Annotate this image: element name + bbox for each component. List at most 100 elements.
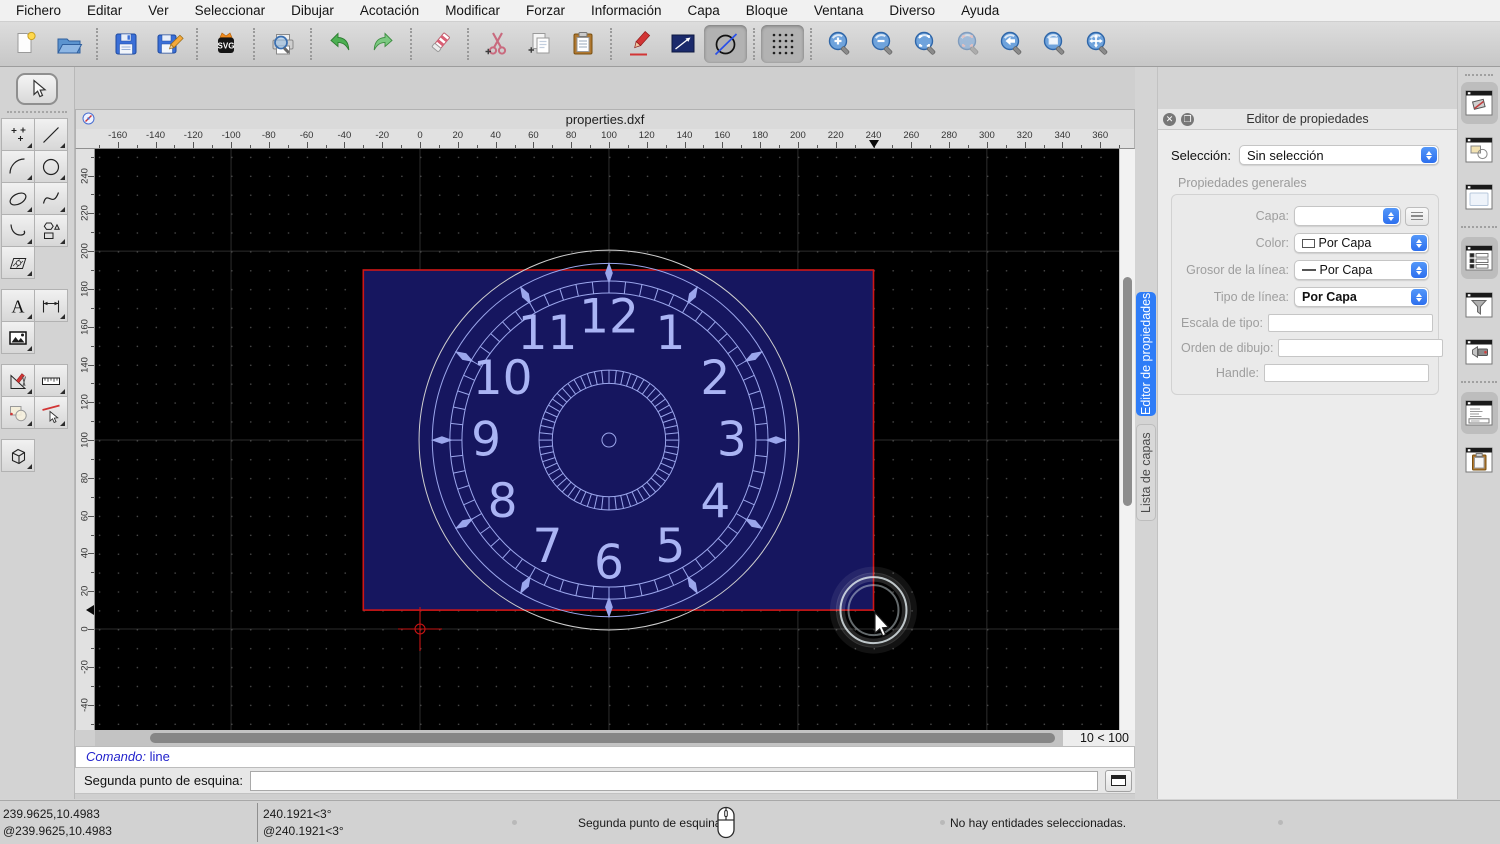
cut-button[interactable] <box>475 25 518 63</box>
close-icon[interactable]: ✕ <box>1163 113 1176 126</box>
paste-button[interactable] <box>561 25 604 63</box>
zoom-out-button[interactable] <box>861 25 904 63</box>
svg-export-button[interactable]: SVG <box>204 25 247 63</box>
arc-tools-icon <box>7 156 29 178</box>
block-list-panel-button[interactable] <box>1461 82 1498 124</box>
tool-measure-tools[interactable] <box>34 364 68 397</box>
panel-icon-strip <box>1457 67 1500 799</box>
command-history: Comando: line <box>75 746 1135 768</box>
tool-drafting-tools[interactable] <box>1 364 35 397</box>
tool-solid-tools[interactable] <box>1 439 35 472</box>
menu-forzar[interactable]: Forzar <box>513 3 578 18</box>
zoom-auto-button[interactable] <box>904 25 947 63</box>
panel-title: Editor de propiedades <box>1158 112 1457 126</box>
grid-toggle-button[interactable] <box>761 25 804 63</box>
tool-image-tool[interactable] <box>1 321 35 354</box>
empty-window-panel-button[interactable] <box>1461 176 1498 218</box>
svg-text:A: A <box>12 296 25 316</box>
circle-tool-button[interactable] <box>704 25 747 63</box>
selection-tool-button[interactable] <box>16 73 58 105</box>
command-input[interactable] <box>250 771 1098 791</box>
horizontal-scrollbar-thumb[interactable] <box>150 733 1055 743</box>
chevron-updown-icon <box>1411 289 1427 305</box>
layer-menu-button[interactable] <box>1405 207 1429 226</box>
tipo-de-linea-select[interactable]: Por Capa <box>1294 287 1429 307</box>
detach-icon[interactable]: ❐ <box>1181 113 1194 126</box>
zoom-previous-icon <box>997 29 1027 59</box>
menu-seleccionar[interactable]: Seleccionar <box>182 3 279 18</box>
tool-ellipse-tools[interactable] <box>1 182 35 215</box>
command-line-panel-button[interactable] <box>1461 392 1498 434</box>
tool-polyline-tools[interactable] <box>1 214 35 247</box>
zoom-previous-button[interactable] <box>990 25 1033 63</box>
copy-button[interactable] <box>518 25 561 63</box>
palette-separator <box>7 111 67 113</box>
menu-acotacion[interactable]: Acotación <box>347 3 432 18</box>
line-tools-icon <box>40 124 62 146</box>
eraser-button[interactable] <box>418 25 461 63</box>
tool-hatch-tool[interactable] <box>1 246 35 279</box>
tool-text-tool[interactable]: A <box>1 289 35 322</box>
command-history-label: Comando: <box>86 749 146 764</box>
tool-modify-tools[interactable] <box>1 396 35 429</box>
tool-dimension-tools[interactable] <box>34 289 68 322</box>
open-folder-icon <box>54 29 84 59</box>
save-button[interactable] <box>104 25 147 63</box>
menu-modificar[interactable]: Modificar <box>432 3 513 18</box>
tool-spline-tools[interactable] <box>34 182 68 215</box>
line-tool-button[interactable] <box>661 25 704 63</box>
tool-trim-tools[interactable] <box>34 396 68 429</box>
zoom-in-button[interactable] <box>818 25 861 63</box>
menu-fichero[interactable]: Fichero <box>16 3 74 18</box>
open-folder-button[interactable] <box>47 25 90 63</box>
grosor-de-la-linea-select[interactable]: Por Capa <box>1294 260 1429 280</box>
menu-capa[interactable]: Capa <box>675 3 733 18</box>
save-as-icon <box>154 29 184 59</box>
selection-select[interactable]: Sin selección <box>1239 145 1439 165</box>
menu-bloque[interactable]: Bloque <box>733 3 801 18</box>
menu-informacion[interactable]: Información <box>578 3 675 18</box>
save-as-button[interactable] <box>147 25 190 63</box>
menu-ventana[interactable]: Ventana <box>801 3 877 18</box>
shapes-panel-button[interactable] <box>1461 129 1498 171</box>
clipboard-panel-button[interactable] <box>1461 439 1498 481</box>
tab-editor-de-propiedades[interactable]: Editor de propiedades <box>1136 292 1156 416</box>
tool-circle-tools[interactable] <box>34 150 68 183</box>
ellipse-tools-icon <box>7 188 29 210</box>
shape-tools-icon <box>40 220 62 242</box>
new-file-button[interactable] <box>4 25 47 63</box>
drawing-canvas[interactable]: 121234567891011 <box>95 149 1119 730</box>
tool-palette: A <box>0 67 75 799</box>
zoom-pan-button[interactable] <box>1076 25 1119 63</box>
tool-arc-tools[interactable] <box>1 150 35 183</box>
capa-select[interactable] <box>1294 206 1401 226</box>
tool-line-tools[interactable] <box>34 118 68 151</box>
color-select[interactable]: Por Capa <box>1294 233 1429 253</box>
vertical-scrollbar-thumb[interactable] <box>1123 277 1132 506</box>
toolbar-separator <box>196 28 198 60</box>
menu-ayuda[interactable]: Ayuda <box>948 3 1012 18</box>
vertical-scrollbar[interactable] <box>1119 149 1135 730</box>
tool-shape-tools[interactable] <box>34 214 68 247</box>
ruler-cursor-marker <box>869 140 879 148</box>
undo-button[interactable] <box>318 25 361 63</box>
handle-label: Handle: <box>1181 366 1259 380</box>
handle-input[interactable] <box>1264 364 1429 382</box>
zoom-window-button[interactable] <box>1033 25 1076 63</box>
orden-de-dibujo-input[interactable] <box>1278 339 1443 357</box>
view-list-panel-button[interactable] <box>1461 331 1498 373</box>
selection-filter-panel-button[interactable] <box>1461 284 1498 326</box>
command-options-button[interactable] <box>1105 770 1132 792</box>
draw-pencil-button[interactable] <box>618 25 661 63</box>
redo-button[interactable] <box>361 25 404 63</box>
tool-point-tools[interactable] <box>1 118 35 151</box>
print-preview-button[interactable] <box>261 25 304 63</box>
menu-ver[interactable]: Ver <box>135 3 181 18</box>
menu-dibujar[interactable]: Dibujar <box>278 3 347 18</box>
escala-de-tipo-input[interactable] <box>1268 314 1433 332</box>
menu-diverso[interactable]: Diverso <box>876 3 948 18</box>
menu-editar[interactable]: Editar <box>74 3 135 18</box>
horizontal-scrollbar[interactable] <box>95 730 1063 746</box>
property-editor-panel-button[interactable] <box>1461 237 1498 279</box>
tab-lista-de-capas[interactable]: Lista de capas <box>1136 424 1156 521</box>
